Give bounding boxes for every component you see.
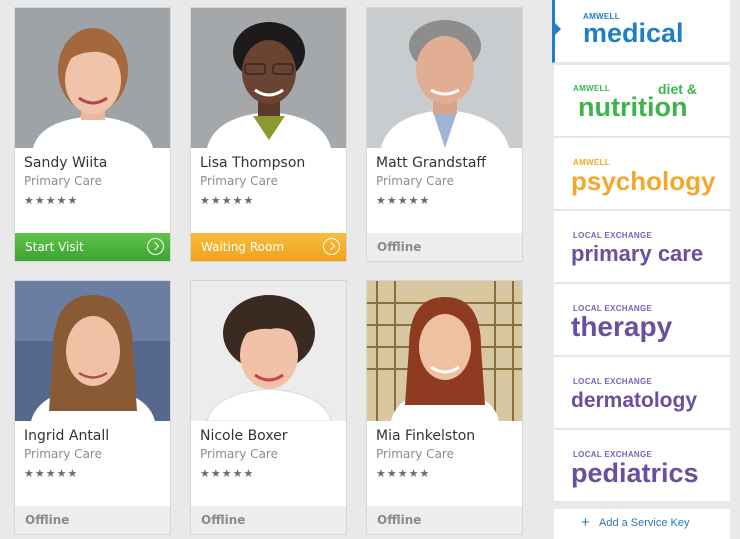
- provider-specialty: Primary Care: [376, 447, 454, 461]
- provider-name: Mia Finkelston: [376, 428, 476, 444]
- provider-name: Nicole Boxer: [200, 428, 288, 444]
- service-name: medical: [583, 18, 684, 48]
- rating-stars: ★★★★★: [376, 194, 431, 207]
- service-name: therapy: [571, 311, 673, 342]
- provider-photo: [191, 281, 346, 421]
- chevron-right-icon: [147, 238, 164, 255]
- service-name: primary care: [571, 241, 704, 266]
- add-service-key-label: Add a Service Key: [599, 517, 690, 529]
- provider-specialty: Primary Care: [376, 174, 454, 188]
- service-name: pediatrics: [571, 458, 699, 488]
- action-label: Start Visit: [25, 240, 84, 254]
- offline-status: Offline: [367, 506, 522, 534]
- service-name: nutrition: [578, 92, 688, 122]
- service-psychology[interactable]: AMWELL psychology: [554, 138, 730, 210]
- provider-photo: [15, 281, 170, 421]
- provider-name: Sandy Wiita: [24, 155, 108, 171]
- chevron-right-icon: [323, 238, 340, 255]
- service-diet-nutrition[interactable]: AMWELL diet & nutrition: [554, 65, 730, 137]
- service-sidebar: AMWELL medical AMWELL diet & nutrition A…: [552, 0, 730, 539]
- service-therapy[interactable]: LOCAL EXCHANGE therapy: [554, 284, 730, 356]
- provider-card-sandy-wiita[interactable]: Sandy Wiita Primary Care ★★★★★ Start Vis…: [14, 7, 171, 262]
- provider-specialty: Primary Care: [24, 174, 102, 188]
- provider-photo: [191, 8, 346, 148]
- provider-specialty: Primary Care: [200, 174, 278, 188]
- rating-stars: ★★★★★: [200, 467, 255, 480]
- service-medical[interactable]: AMWELL medical: [552, 0, 730, 63]
- service-dermatology[interactable]: LOCAL EXCHANGE dermatology: [554, 357, 730, 429]
- service-primary-care[interactable]: LOCAL EXCHANGE primary care: [554, 211, 730, 283]
- action-label: Waiting Room: [201, 240, 285, 254]
- start-visit-button[interactable]: Start Visit: [15, 233, 170, 261]
- service-provider-label: LOCAL EXCHANGE: [573, 377, 653, 386]
- provider-specialty: Primary Care: [24, 447, 102, 461]
- provider-card-mia-finkelston[interactable]: Mia Finkelston Primary Care ★★★★★ Offlin…: [366, 280, 523, 535]
- service-name: psychology: [571, 166, 716, 196]
- offline-status: Offline: [367, 233, 522, 261]
- rating-stars: ★★★★★: [24, 467, 79, 480]
- waiting-room-button[interactable]: Waiting Room: [191, 233, 346, 261]
- provider-specialty: Primary Care: [200, 447, 278, 461]
- offline-status: Offline: [191, 506, 346, 534]
- provider-name: Matt Grandstaff: [376, 155, 487, 171]
- provider-name: Ingrid Antall: [24, 428, 110, 444]
- provider-card-lisa-thompson[interactable]: Lisa Thompson Primary Care ★★★★★ Waiting…: [190, 7, 347, 262]
- service-name: dermatology: [571, 389, 698, 412]
- provider-photo: [15, 8, 170, 148]
- provider-card-matt-grandstaff[interactable]: Matt Grandstaff Primary Care ★★★★★ Offli…: [366, 7, 523, 262]
- rating-stars: ★★★★★: [24, 194, 79, 207]
- service-pediatrics[interactable]: LOCAL EXCHANGE pediatrics: [554, 430, 730, 502]
- plus-icon: +: [581, 514, 590, 531]
- rating-stars: ★★★★★: [376, 467, 431, 480]
- provider-card-nicole-boxer[interactable]: Nicole Boxer Primary Care ★★★★★ Offline: [190, 280, 347, 535]
- rating-stars: ★★★★★: [200, 194, 255, 207]
- provider-photo: [367, 281, 522, 421]
- provider-photo: [367, 8, 522, 148]
- provider-name: Lisa Thompson: [200, 155, 306, 171]
- provider-card-ingrid-antall[interactable]: Ingrid Antall Primary Care ★★★★★ Offline: [14, 280, 171, 535]
- service-provider-label: LOCAL EXCHANGE: [573, 231, 653, 240]
- add-service-key-button[interactable]: + Add a Service Key: [554, 509, 730, 539]
- offline-status: Offline: [15, 506, 170, 534]
